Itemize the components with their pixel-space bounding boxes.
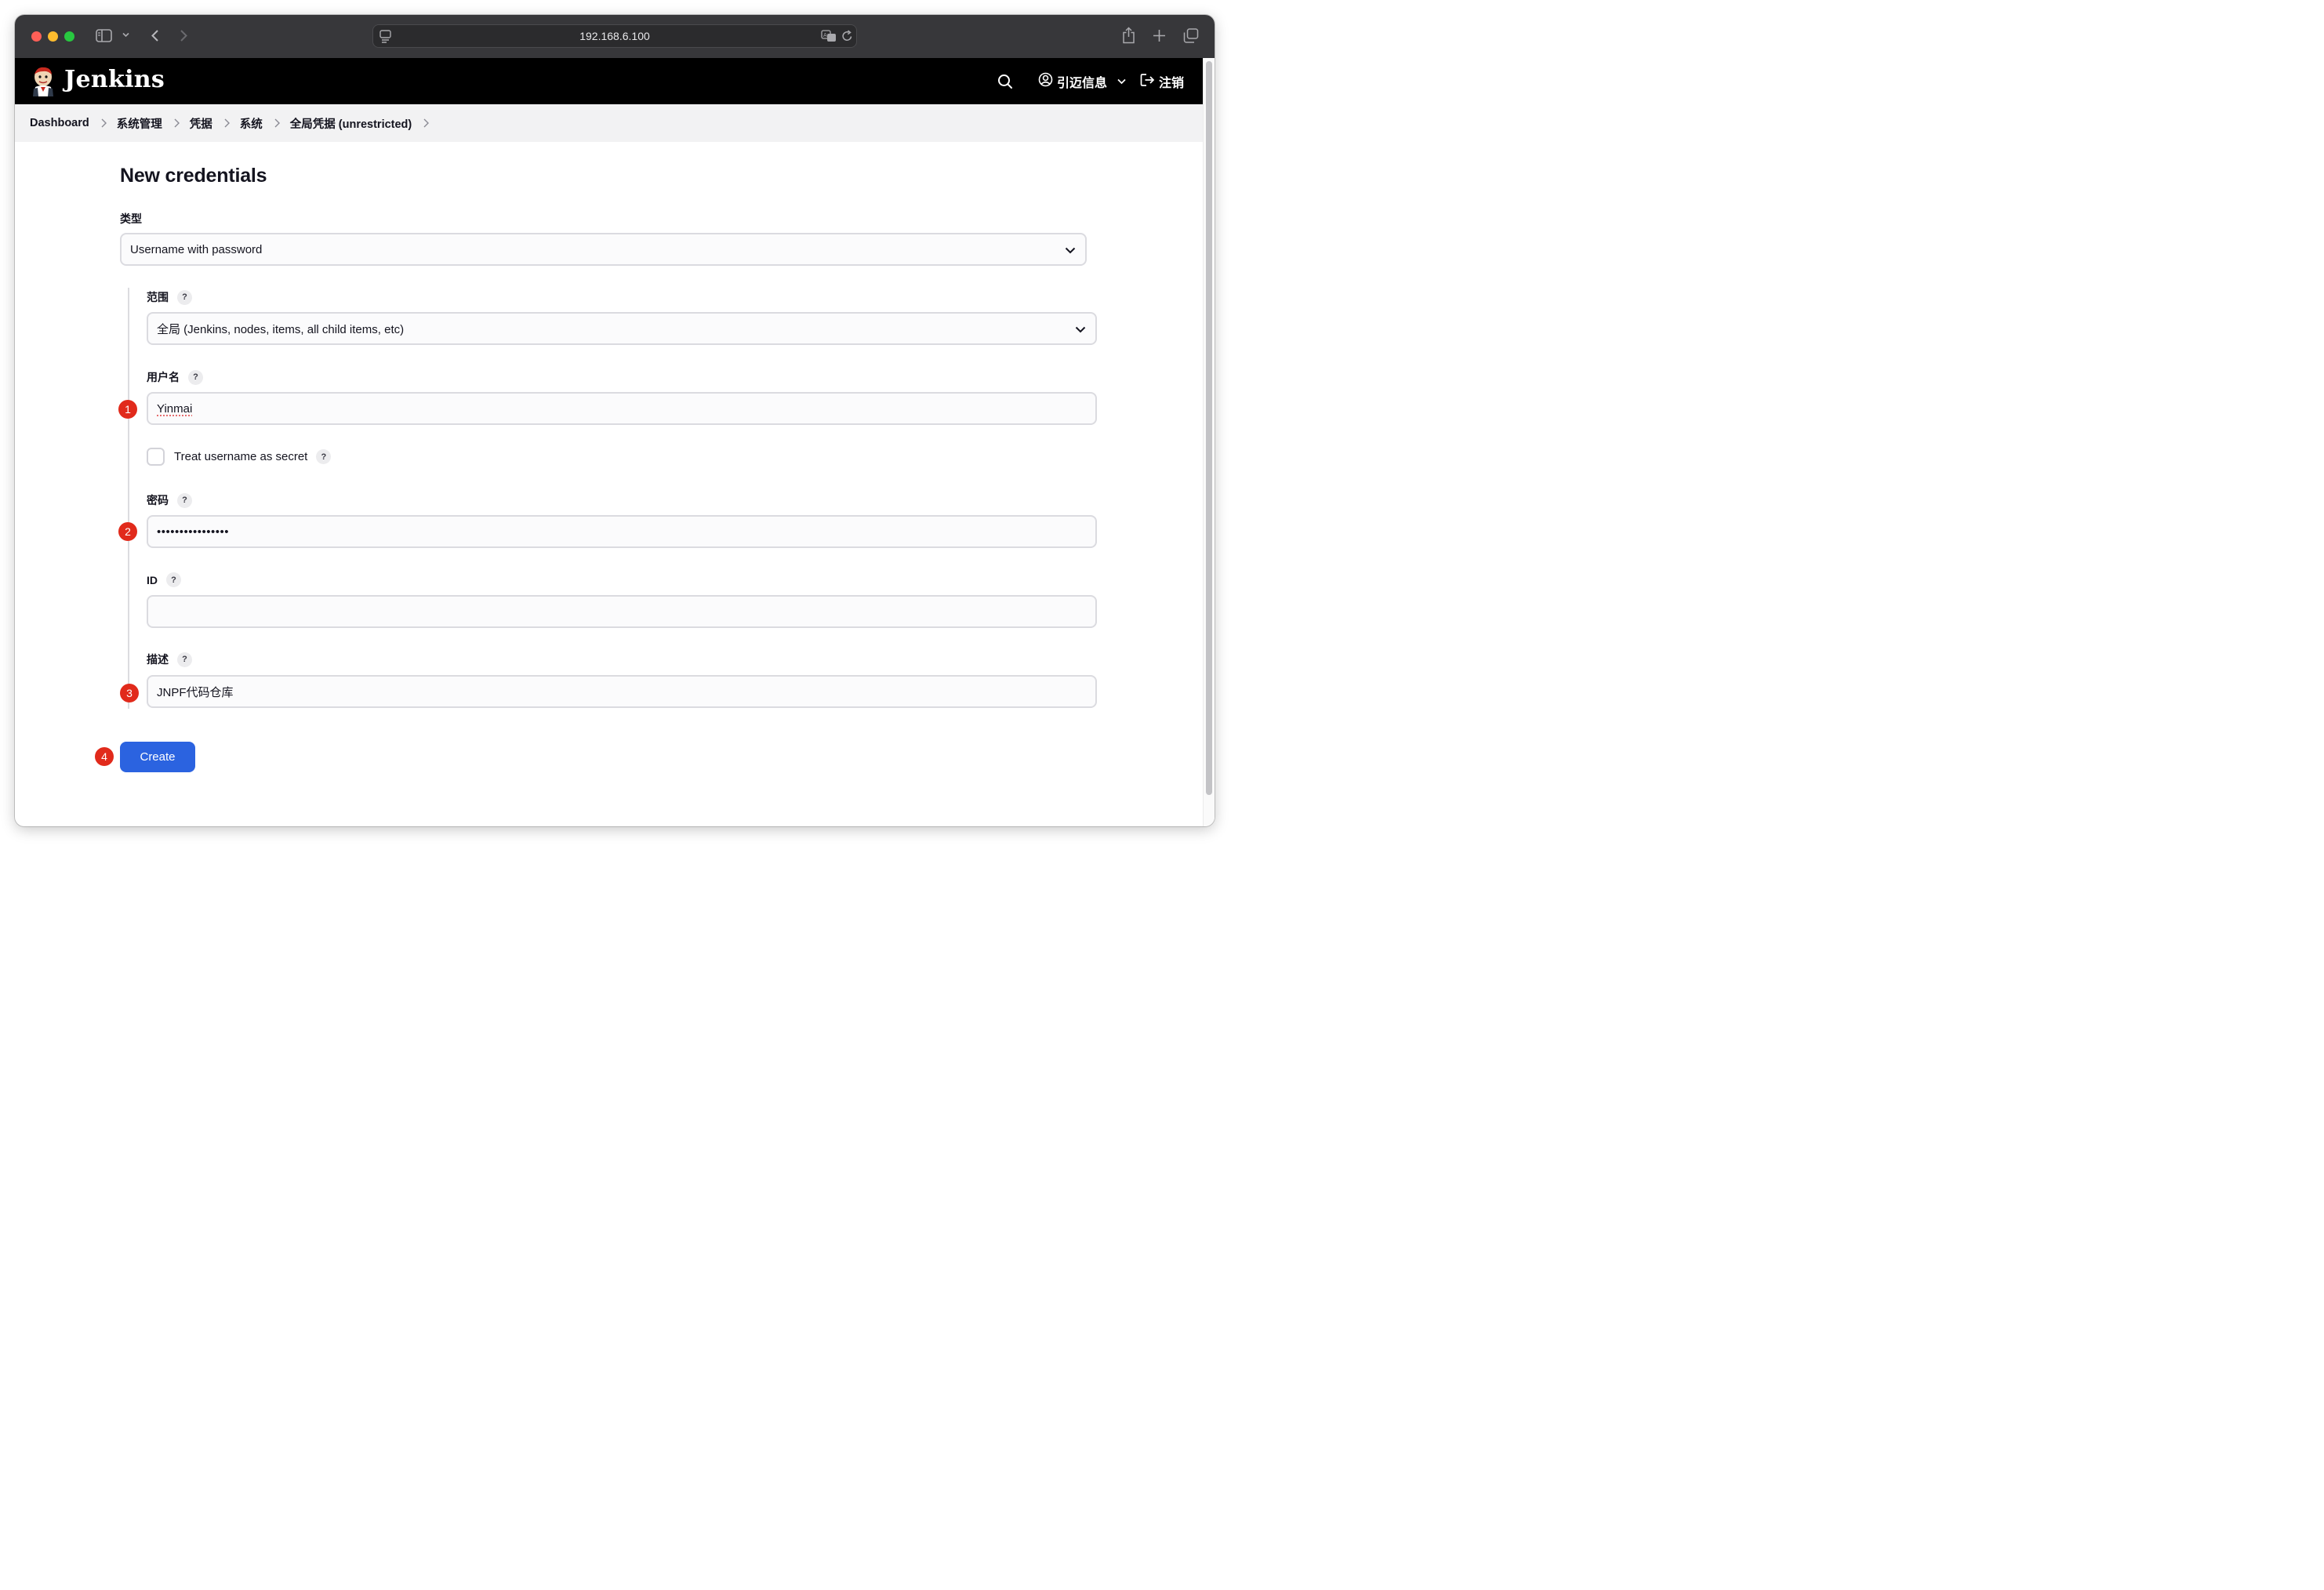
- new-tab-icon[interactable]: [1153, 29, 1166, 42]
- close-window-button[interactable]: [31, 31, 42, 42]
- chevron-down-icon: [1065, 244, 1076, 257]
- id-input[interactable]: [147, 595, 1097, 628]
- search-icon[interactable]: [997, 74, 1013, 93]
- help-icon[interactable]: ?: [166, 572, 181, 587]
- kind-label: 类型: [120, 211, 142, 227]
- jenkins-logo[interactable]: [31, 65, 56, 96]
- help-icon[interactable]: ?: [177, 492, 192, 508]
- url-text: 192.168.6.100: [579, 30, 650, 42]
- chevron-right-icon: [274, 118, 280, 128]
- treat-username-secret-label: Treat username as secret ?: [174, 449, 332, 464]
- breadcrumb-global-credentials[interactable]: 全局凭据 (unrestricted): [290, 115, 412, 132]
- breadcrumb-system[interactable]: 系统: [240, 115, 263, 132]
- chevron-right-icon[interactable]: [423, 118, 430, 128]
- create-button[interactable]: Create: [120, 742, 195, 772]
- scope-select-value: 全局 (Jenkins, nodes, items, all child ite…: [157, 322, 405, 336]
- user-avatar-icon: [1038, 72, 1053, 91]
- username-label-text: 用户名: [147, 371, 180, 383]
- help-icon[interactable]: ?: [177, 289, 192, 305]
- username-input[interactable]: Yinmai: [147, 392, 1097, 425]
- page-scrollbar[interactable]: [1203, 58, 1215, 826]
- svg-text:A: A: [823, 32, 827, 38]
- share-icon[interactable]: [1122, 27, 1135, 44]
- scope-label: 范围 ?: [147, 289, 192, 305]
- browser-toolbar: 192.168.6.100 A: [15, 15, 1215, 58]
- logout-icon: [1140, 73, 1155, 91]
- logout-label: 注销: [1159, 77, 1185, 90]
- chevron-right-icon: [174, 118, 180, 128]
- browser-window: 192.168.6.100 A Jenkins 引迈信息 注销 Dashboar…: [15, 15, 1215, 826]
- description-label: 描述 ?: [147, 652, 192, 667]
- breadcrumb-manage[interactable]: 系统管理: [117, 115, 162, 132]
- help-icon[interactable]: ?: [188, 369, 203, 385]
- chevron-right-icon: [224, 118, 230, 128]
- sidebar-toggle-icon[interactable]: [96, 29, 112, 42]
- address-bar[interactable]: 192.168.6.100 A: [372, 24, 857, 48]
- kind-label-text: 类型: [120, 212, 142, 225]
- help-icon[interactable]: ?: [177, 652, 192, 667]
- id-label-text: ID: [147, 573, 158, 586]
- chevron-down-icon: [1117, 78, 1126, 85]
- annotation-badge-2: 2: [118, 522, 137, 541]
- chevron-down-icon[interactable]: [122, 32, 129, 38]
- description-input-value: JNPF代码仓库: [157, 685, 234, 699]
- annotation-badge-1: 1: [118, 400, 137, 419]
- password-input[interactable]: ••••••••••••••••: [147, 515, 1097, 548]
- page-title: New credentials: [120, 165, 267, 187]
- chevron-right-icon: [101, 118, 107, 128]
- scrollbar-thumb[interactable]: [1206, 61, 1212, 795]
- kind-select-value: Username with password: [130, 242, 263, 256]
- description-label-text: 描述: [147, 653, 169, 666]
- user-menu[interactable]: 引迈信息: [1038, 72, 1126, 91]
- translate-icon[interactable]: A: [821, 30, 837, 42]
- breadcrumb-credentials[interactable]: 凭据: [190, 115, 212, 132]
- logout-link[interactable]: 注销: [1140, 72, 1184, 91]
- annotation-badge-4: 4: [95, 747, 114, 766]
- treat-username-secret-checkbox[interactable]: [147, 448, 165, 466]
- breadcrumb-dashboard[interactable]: Dashboard: [30, 117, 89, 129]
- user-name: 引迈信息: [1057, 77, 1108, 90]
- chevron-down-icon: [1075, 323, 1086, 336]
- username-input-value: Yinmai: [157, 401, 193, 416]
- password-input-value: ••••••••••••••••: [157, 525, 230, 539]
- username-label: 用户名 ?: [147, 369, 203, 385]
- id-label: ID ?: [147, 572, 181, 587]
- nested-fields-indent: [128, 288, 129, 709]
- scope-select[interactable]: 全局 (Jenkins, nodes, items, all child ite…: [147, 312, 1097, 345]
- tab-overview-icon[interactable]: [1183, 28, 1199, 43]
- password-label: 密码 ?: [147, 492, 192, 508]
- forward-icon[interactable]: [180, 29, 188, 42]
- back-icon[interactable]: [151, 29, 159, 42]
- annotation-badge-3: 3: [120, 684, 139, 702]
- help-icon[interactable]: ?: [316, 449, 332, 464]
- kind-select[interactable]: Username with password: [120, 233, 1087, 266]
- description-input[interactable]: JNPF代码仓库: [147, 675, 1097, 708]
- jenkins-header: Jenkins 引迈信息 注销: [15, 58, 1203, 104]
- treat-username-secret-text[interactable]: Treat username as secret: [174, 450, 307, 463]
- breadcrumb: Dashboard 系统管理 凭据 系统 全局凭据 (unrestricted): [15, 104, 1203, 142]
- jenkins-brand[interactable]: Jenkins: [64, 66, 165, 93]
- scope-label-text: 范围: [147, 291, 169, 303]
- zoom-window-button[interactable]: [64, 31, 74, 42]
- password-label-text: 密码: [147, 494, 169, 506]
- minimize-window-button[interactable]: [48, 31, 58, 42]
- reload-icon[interactable]: [841, 30, 853, 42]
